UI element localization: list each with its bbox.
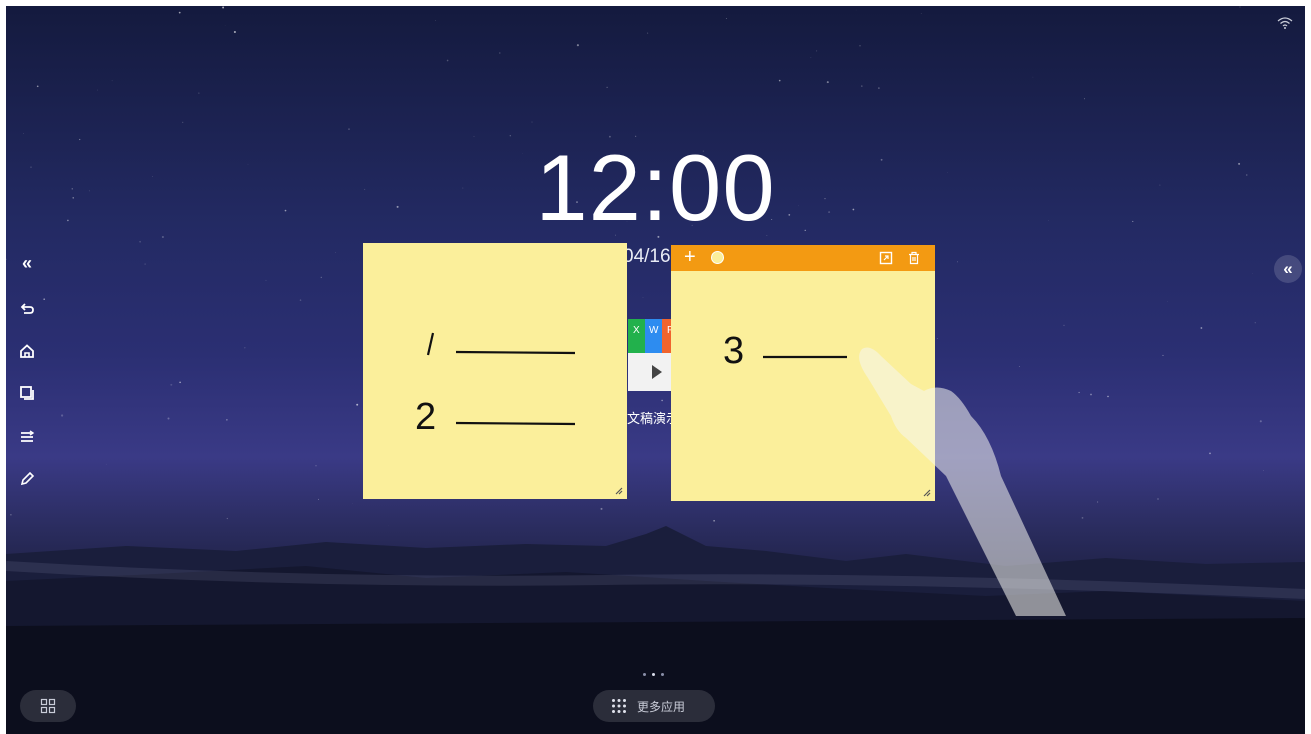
desktop-screen: 12:00 04/16 « « X W P 文稿演示 2	[6, 6, 1305, 734]
app-switcher-button[interactable]	[20, 690, 76, 722]
collapse-left-button[interactable]: «	[14, 250, 40, 276]
page-dot-active[interactable]	[652, 673, 655, 676]
wifi-icon	[1277, 16, 1293, 30]
apps-grid-icon	[612, 699, 626, 713]
pen-button[interactable]	[14, 466, 40, 492]
page-dot[interactable]	[643, 673, 646, 676]
sticky-note-toolbar: +	[671, 245, 935, 271]
menu-button[interactable]	[14, 424, 40, 450]
page-dot[interactable]	[661, 673, 664, 676]
tile-w: W	[649, 325, 659, 336]
color-icon[interactable]	[711, 251, 724, 264]
handwriting-1: 2	[415, 332, 576, 438]
clock-date: 04/16	[623, 246, 671, 267]
home-button[interactable]	[14, 338, 40, 364]
menu-icon	[21, 430, 35, 442]
resize-handle-icon[interactable]	[615, 487, 623, 495]
note-2-line-1: 3	[723, 330, 744, 372]
window-switch-icon	[20, 386, 34, 400]
tile-x: X	[633, 325, 640, 336]
window-switch-button[interactable]	[14, 380, 40, 406]
sticky-note-2[interactable]: + 3	[671, 245, 935, 501]
back-button[interactable]	[14, 296, 40, 322]
resize-handle-icon[interactable]	[923, 489, 931, 497]
more-apps-button[interactable]: 更多应用	[593, 690, 715, 722]
more-apps-label: 更多应用	[637, 699, 686, 714]
collapse-right-icon: «	[1283, 259, 1293, 278]
add-note-icon[interactable]: +	[684, 246, 696, 269]
page-indicator	[643, 673, 664, 676]
delete-icon[interactable]	[907, 251, 921, 265]
expand-icon[interactable]	[879, 251, 893, 265]
collapse-left-icon: «	[21, 252, 32, 273]
clock-time: 12:00	[535, 135, 776, 240]
sticky-note-1[interactable]: 2	[363, 243, 627, 499]
collapse-right-button[interactable]: «	[1274, 255, 1302, 283]
back-icon	[20, 303, 34, 314]
pen-icon	[20, 471, 35, 486]
home-icon	[20, 344, 34, 358]
handwriting-2: 3	[723, 330, 847, 372]
note-1-line-2: 2	[415, 396, 436, 438]
windows-grid-icon	[40, 698, 56, 714]
